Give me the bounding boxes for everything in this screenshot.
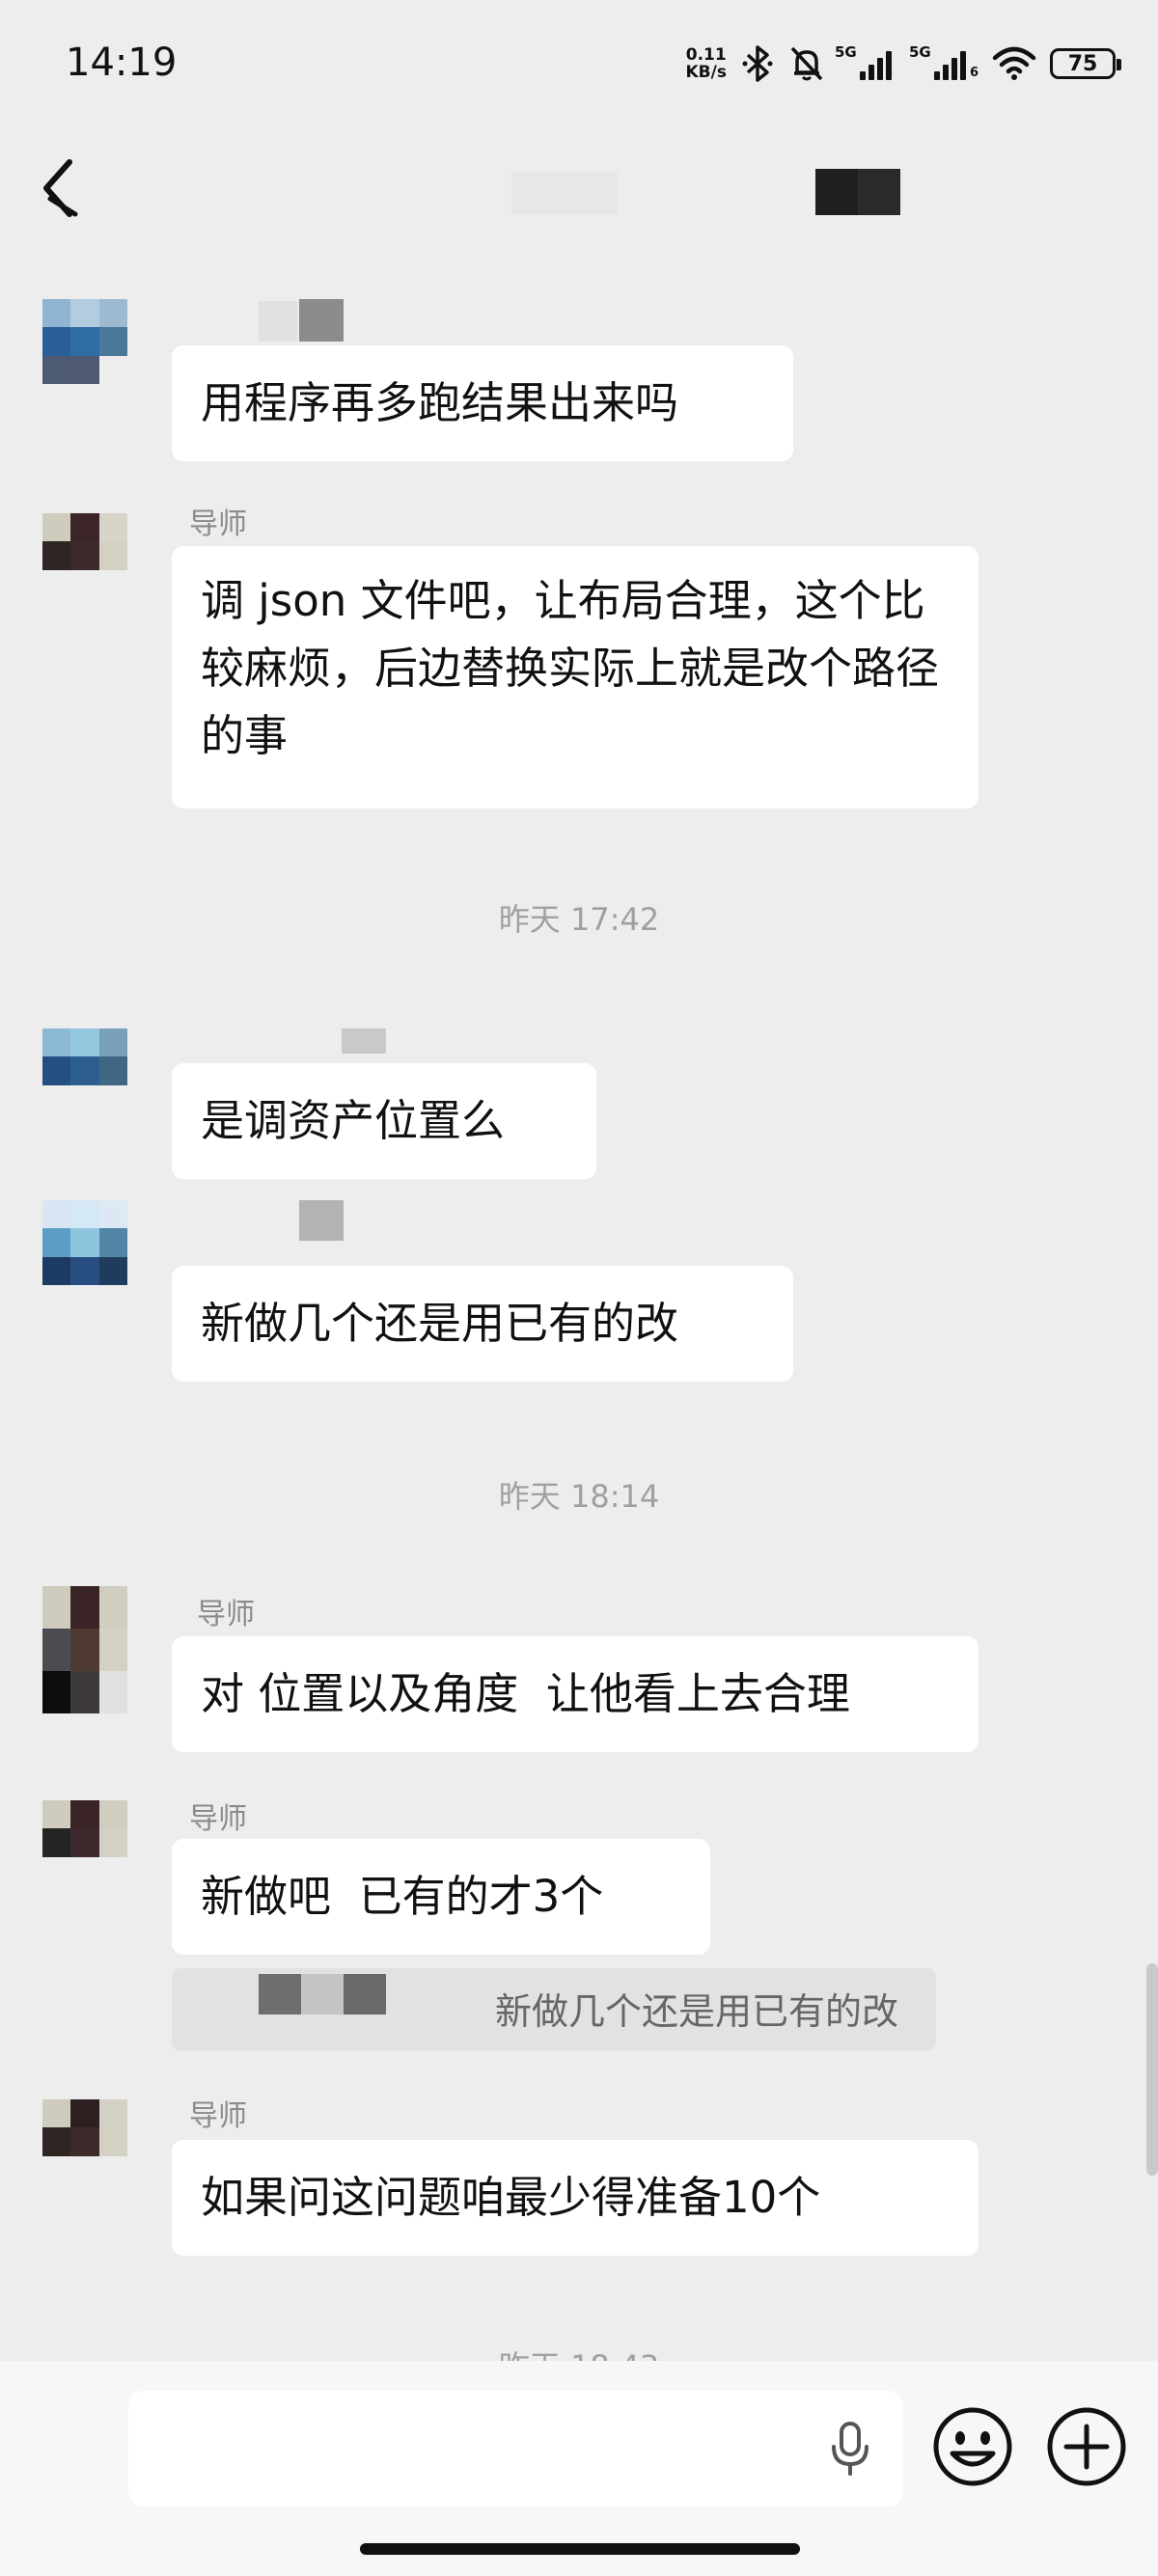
avatar[interactable] — [42, 513, 127, 598]
bell-muted-icon — [790, 46, 823, 81]
quoted-sender-redacted — [259, 1974, 301, 2014]
message-text: 调 json 文件吧，让布局合理，这个比较麻烦，后边替换实际上就是改个路径的事 — [201, 575, 940, 761]
sender-name-redacted — [259, 301, 297, 342]
message-bubble[interactable]: 新做吧 已有的才3个 — [172, 1839, 710, 1955]
message-text: 对 位置以及角度 让他看上去合理 — [201, 1668, 850, 1719]
sim2-sub-label: 6 — [969, 66, 979, 80]
network-speed-unit: KB/s — [685, 63, 727, 82]
message-bubble[interactable]: 用程序再多跑结果出来吗 — [172, 345, 793, 461]
emoji-button[interactable] — [931, 2405, 1014, 2488]
network-speed-value: 0.11 — [685, 45, 727, 65]
chat-title-avatar-redacted — [815, 169, 900, 215]
sender-name-redacted — [342, 1028, 386, 1054]
message-bubble[interactable]: 新做几个还是用已有的改 — [172, 1266, 793, 1382]
quoted-sender-redacted — [344, 1974, 386, 2014]
quoted-message-text: 新做几个还是用已有的改 — [495, 1990, 899, 2033]
message-bubble[interactable]: 如果问这问题咱最少得准备10个 — [172, 2140, 979, 2256]
sender-name: 导师 — [189, 2099, 247, 2133]
plus-circle-icon — [1047, 2407, 1126, 2486]
message-text: 是调资产位置么 — [201, 1095, 506, 1146]
scrollbar[interactable] — [1146, 1963, 1158, 2176]
avatar[interactable] — [42, 1028, 127, 1113]
avatar[interactable] — [42, 299, 127, 384]
network-speed: 0.11 KB/s — [685, 46, 726, 81]
battery-indicator: 75 — [1050, 48, 1121, 79]
avatar[interactable] — [42, 1586, 127, 1713]
timestamp: 昨天 17:42 — [498, 901, 660, 938]
back-button[interactable] — [37, 154, 95, 222]
sim2-network-tag: 5G — [908, 43, 931, 61]
message-input[interactable] — [128, 2391, 903, 2507]
microphone-icon[interactable] — [825, 2420, 875, 2478]
avatar[interactable] — [42, 1200, 127, 1285]
message-text: 新做几个还是用已有的改 — [201, 1298, 679, 1349]
cellular-signal-1-icon: 5G — [835, 43, 892, 80]
cellular-signal-2-icon: 5G 6 — [909, 43, 979, 80]
sender-name: 导师 — [197, 1598, 255, 1631]
status-icons: 0.11 KB/s 5G 5G 6 75 — [685, 39, 1121, 89]
plus-button[interactable] — [1045, 2405, 1128, 2488]
avatar[interactable] — [42, 2099, 127, 2184]
sender-name: 导师 — [189, 1802, 247, 1836]
chevron-left-icon — [43, 159, 78, 217]
message-bubble[interactable]: 对 位置以及角度 让他看上去合理 — [172, 1636, 979, 1752]
sender-name: 导师 — [189, 507, 247, 541]
quoted-sender-redacted — [301, 1974, 344, 2014]
avatar[interactable] — [42, 1800, 127, 1885]
sender-name-redacted — [299, 299, 344, 342]
message-text: 用程序再多跑结果出来吗 — [201, 377, 679, 428]
sim1-network-tag: 5G — [834, 43, 857, 61]
sender-name-redacted — [299, 1200, 344, 1241]
message-bubble[interactable]: 调 json 文件吧，让布局合理，这个比较麻烦，后边替换实际上就是改个路径的事 — [172, 546, 979, 808]
message-text: 新做吧 已有的才3个 — [201, 1871, 604, 1922]
wifi-icon — [992, 46, 1036, 80]
message-bubble[interactable]: 是调资产位置么 — [172, 1063, 596, 1179]
smiley-icon — [933, 2407, 1012, 2486]
home-indicator[interactable] — [360, 2543, 800, 2555]
message-text: 如果问这问题咱最少得准备10个 — [201, 2172, 821, 2223]
bluetooth-icon — [742, 45, 773, 82]
chat-title-redacted — [511, 172, 618, 214]
timestamp: 昨天 18:14 — [498, 1478, 660, 1515]
status-time: 14:19 — [66, 41, 178, 85]
